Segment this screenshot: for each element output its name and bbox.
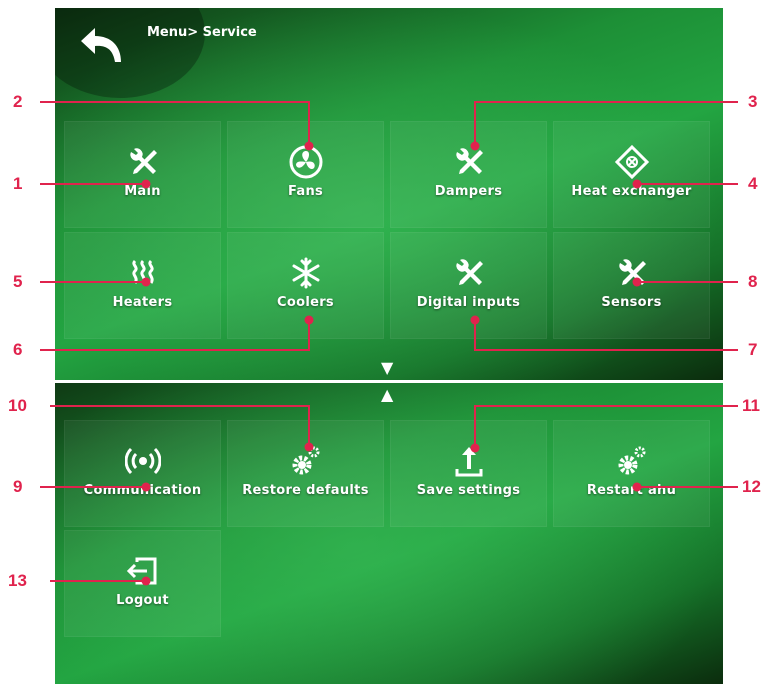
callout-number: 13 — [8, 571, 27, 590]
callout-number: 6 — [13, 340, 23, 359]
callout-number: 10 — [8, 396, 27, 415]
callout-number: 9 — [13, 477, 23, 496]
callout-lines — [40, 101, 738, 586]
callout-number: 5 — [13, 272, 23, 291]
callout-number: 2 — [13, 92, 23, 111]
callout-number: 7 — [748, 340, 758, 359]
callout-number: 1 — [13, 174, 23, 193]
callout-number: 4 — [748, 174, 758, 193]
callout-number: 12 — [742, 477, 761, 496]
callout-number: 11 — [742, 396, 760, 415]
callout-number: 3 — [748, 92, 758, 111]
callout-number: 8 — [748, 272, 758, 291]
